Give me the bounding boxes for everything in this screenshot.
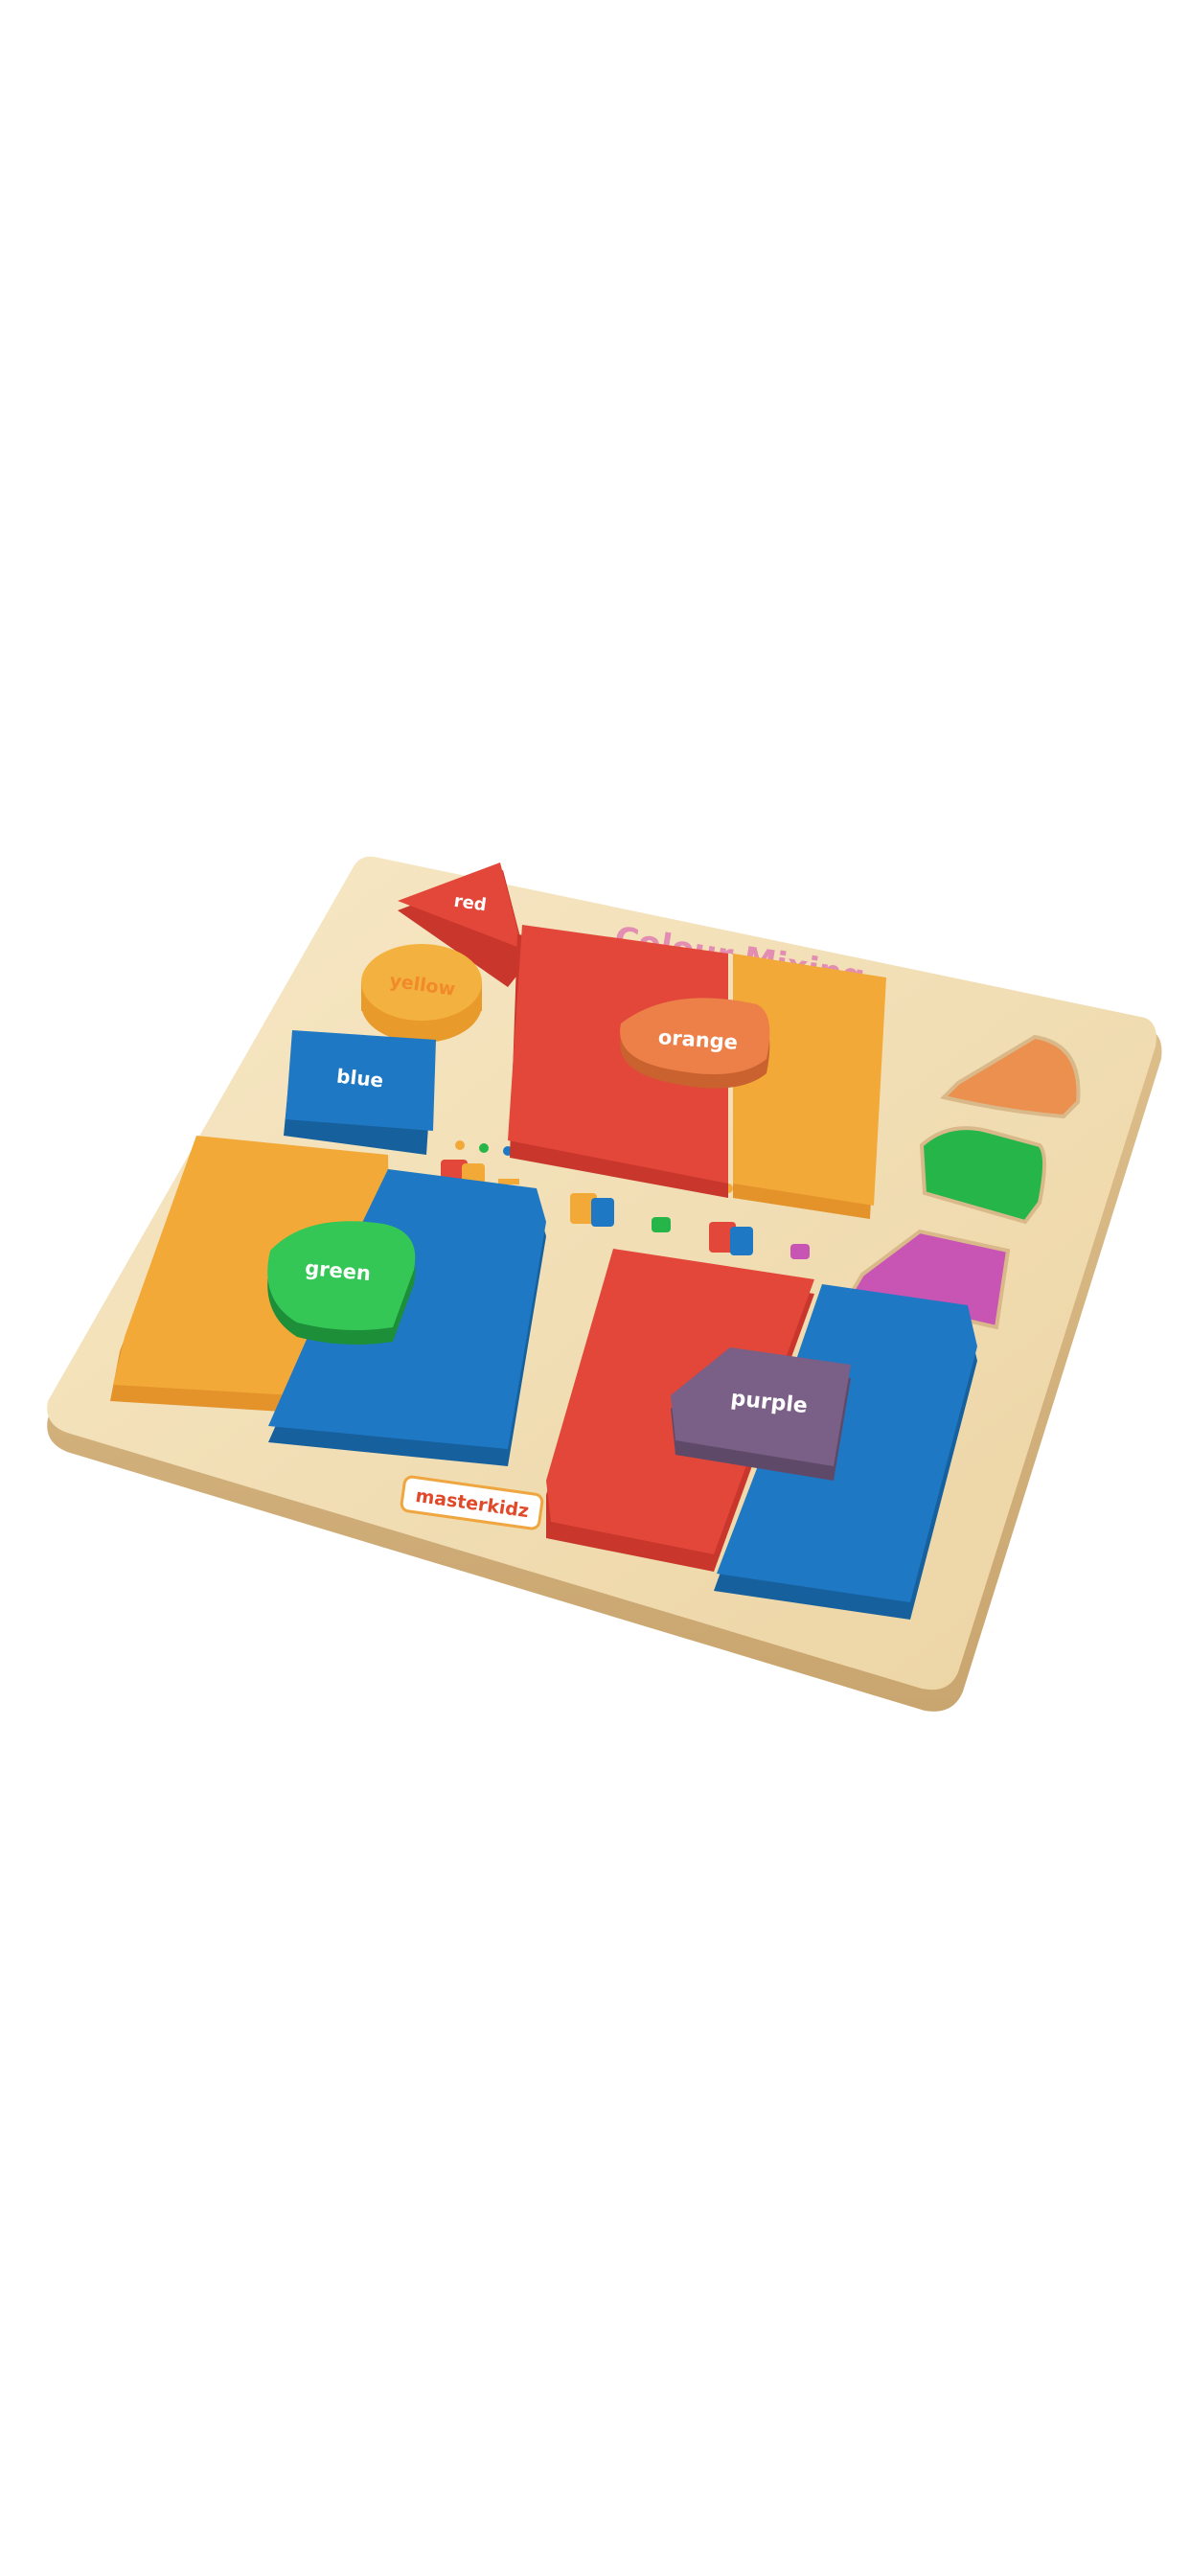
- product-photo: Colour Mixing red yellow: [47, 856, 1162, 1712]
- blue-label: blue: [335, 1065, 384, 1092]
- yellow-round-piece[interactable]: yellow: [361, 944, 482, 1043]
- blue-square-piece[interactable]: blue: [284, 1030, 436, 1155]
- green-piece[interactable]: green: [267, 1221, 416, 1346]
